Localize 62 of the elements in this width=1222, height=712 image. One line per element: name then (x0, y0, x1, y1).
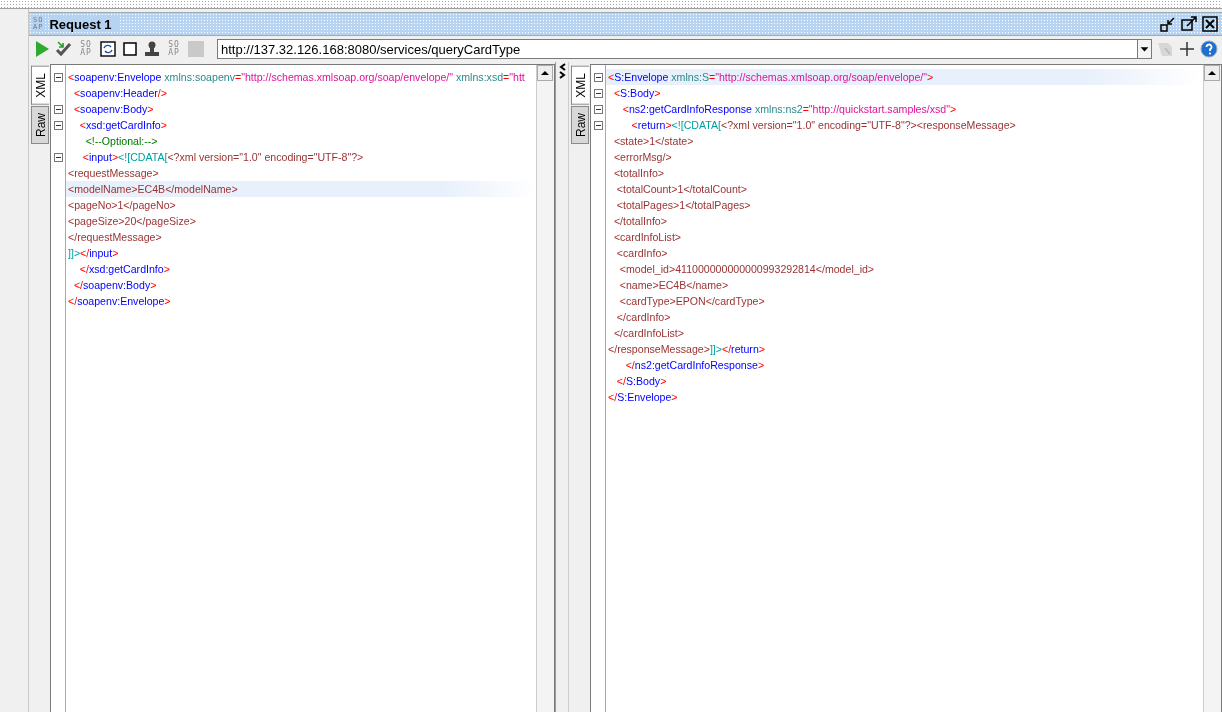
code-line: <name>EC4B</name> (618, 278, 730, 293)
code-line: </soapenv:Body> (72, 278, 158, 293)
url-field[interactable]: http://137.32.126.168:8080/services/queryCardType (217, 39, 1137, 59)
code-line: <pageSize>20</pageSize> (67, 214, 197, 229)
scroll-up-icon[interactable] (1204, 65, 1220, 81)
code-line: </xsd:getCardInfo> (78, 262, 171, 277)
code-line: </requestMessage> (67, 230, 163, 245)
code-line: </cardInfoList> (612, 326, 685, 341)
code-line: </totalInfo> (612, 214, 668, 229)
code-line: <cardInfo> (615, 246, 669, 261)
code-line: <errorMsg/> (612, 150, 673, 165)
close-button[interactable] (1202, 16, 1218, 32)
code-line: </responseMessage>]]></return> (607, 342, 766, 357)
window-title: Request 1 (49, 16, 118, 32)
code-line: </S:Body> (615, 374, 668, 389)
collapse-icon[interactable] (53, 152, 63, 162)
code-line: <soapenv:Envelope xmlns:soapenv="http://schemas.xmlsoap.org/soap/envelope/" xmlns:xsd="htt (67, 70, 526, 85)
editor-tab[interactable]: Raw (31, 105, 49, 144)
collapse-icon[interactable] (53, 104, 63, 114)
editor-tab[interactable]: XML (571, 66, 589, 105)
code-line: <totalPages>1</totalPages> (615, 198, 752, 213)
code-line: <requestMessage> (67, 166, 160, 181)
plus-button[interactable] (1178, 40, 1196, 58)
code-line: <ns2:getCardInfoResponse xmlns:ns2="http://quickstart.samples/xsd"> (621, 102, 958, 117)
code-line: <totalInfo> (612, 166, 665, 181)
code-line: </S:Envelope> (607, 390, 679, 405)
code-line: <cardType>EPON</cardType> (618, 294, 766, 309)
scroll-up-icon[interactable] (537, 65, 553, 81)
code-line: ]]></input> (67, 246, 120, 261)
code-line: <soapenv:Header/> (72, 86, 168, 101)
code-line: <soapenv:Body> (72, 102, 155, 117)
code-line: </ns2:getCardInfoResponse> (624, 358, 766, 373)
collapse-icon[interactable] (593, 72, 603, 82)
minimize-button[interactable] (1160, 16, 1176, 32)
square-button[interactable] (121, 40, 139, 58)
code-line: <return><![CDATA[<?xml version="1.0" encoding="UTF-8"?><responseMessage> (630, 118, 1017, 133)
code-line: <totalCount>1</totalCount> (615, 182, 748, 197)
code-line: </soapenv:Envelope> (67, 294, 172, 309)
collapse-icon[interactable] (53, 72, 63, 82)
check-button[interactable] (55, 40, 73, 58)
code-line: </cardInfo> (615, 310, 672, 325)
collapse-icon[interactable] (593, 120, 603, 130)
editor-tab[interactable]: Raw (571, 105, 589, 144)
code-line: <pageNo>1</pageNo> (67, 198, 177, 213)
collapse-icon[interactable] (593, 88, 603, 98)
code-line: <!--Optional:--> (84, 134, 159, 149)
code-line: <xsd:getCardInfo> (78, 118, 168, 133)
collapse-icon[interactable] (53, 120, 63, 130)
code-line: <cardInfoList> (612, 230, 683, 245)
code-line: <S:Body> (612, 86, 662, 101)
help-button[interactable] (1200, 40, 1218, 58)
maximize-button[interactable] (1181, 16, 1197, 32)
collapse-arrows-icon[interactable] (557, 63, 567, 79)
scrollbar[interactable] (536, 65, 554, 712)
stamp-button[interactable] (143, 40, 161, 58)
code-line: <model_id>411000000000000993292814</model_id> (618, 262, 876, 277)
collapse-icon[interactable] (593, 104, 603, 114)
scrollbar[interactable] (1203, 65, 1221, 712)
code-line: <input><![CDATA[<?xml version="1.0" encoding="UTF-8"?> (81, 150, 365, 165)
code-line: <state>1</state> (612, 134, 695, 149)
refresh-button[interactable] (99, 40, 117, 58)
editor-tab[interactable]: XML (31, 66, 49, 105)
